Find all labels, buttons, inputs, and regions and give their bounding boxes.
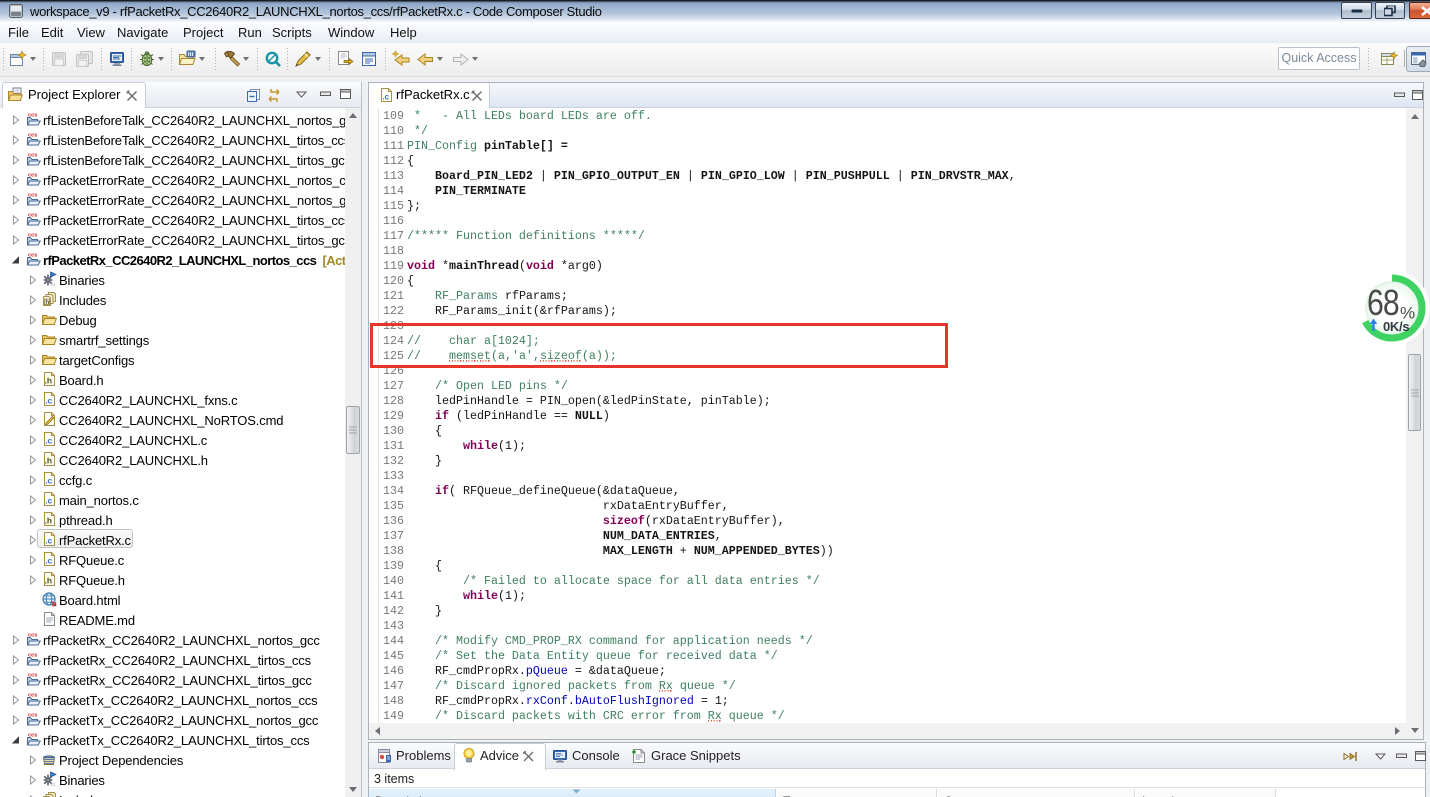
- svg-text:0K/s: 0K/s: [1383, 319, 1409, 334]
- svg-text:68: 68: [1367, 284, 1399, 324]
